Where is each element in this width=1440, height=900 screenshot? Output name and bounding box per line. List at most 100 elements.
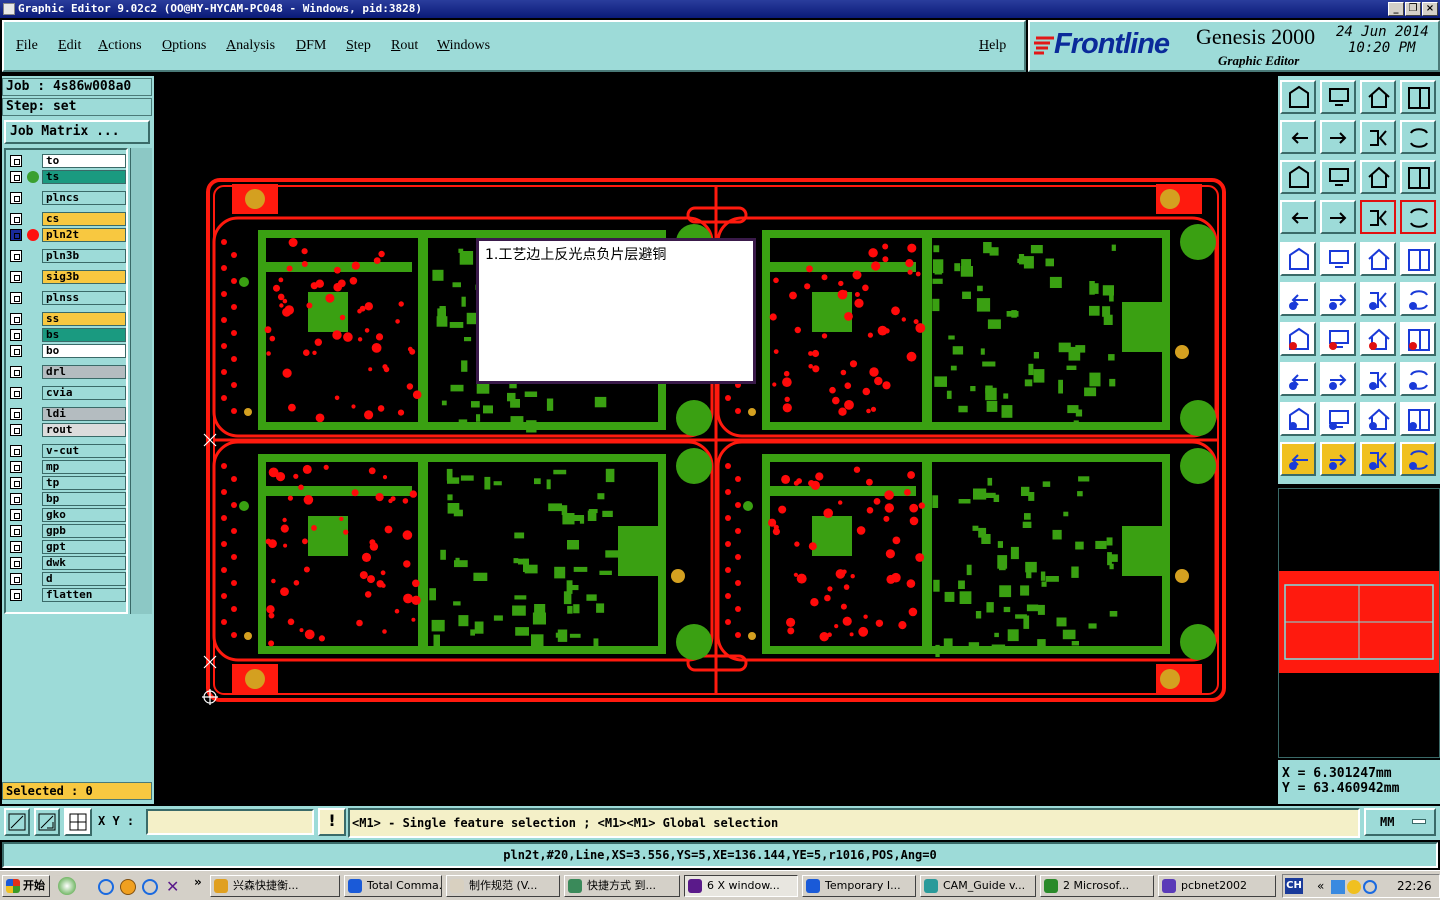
taskbar-item[interactable]: Temporary I... [802,875,916,897]
layer-row-sig3b[interactable]: sig3b [10,270,126,284]
layer-row-bp[interactable]: bp [10,492,126,506]
ie-icon[interactable] [98,879,114,895]
ruler-button[interactable] [1360,242,1396,276]
menu-windows[interactable]: Windows [437,38,490,54]
layer-checkbox[interactable] [10,493,22,505]
job-matrix-button[interactable]: Job Matrix ... [4,120,150,144]
quicklaunch-app-icon[interactable] [58,877,76,895]
angle-button[interactable] [1280,322,1316,356]
circle-button[interactable] [1400,242,1436,276]
graphic-canvas[interactable]: 1.工艺边上反光点负片层避铜 [158,76,1274,804]
pan-right-button[interactable] [1320,120,1356,154]
layer-checkbox[interactable] [10,573,22,585]
snap-active-button[interactable] [1360,200,1396,234]
layer-row-gpb[interactable]: gpb [10,524,126,538]
pad-add-button[interactable] [1280,242,1316,276]
layer-row-ss[interactable]: ss [10,312,126,326]
a-shape-button[interactable] [1320,402,1356,436]
layer-checkbox[interactable] [10,292,22,304]
overview-panel[interactable] [1278,488,1440,758]
zoom-area-button[interactable] [34,808,60,836]
layer-row-drl[interactable]: drl [10,365,126,379]
layer-checkbox[interactable] [10,509,22,521]
pointer-select-button[interactable] [1320,442,1356,476]
layer-row-pln2t[interactable]: pln2t [10,228,126,242]
layer-row-flatten[interactable]: flatten [10,588,126,602]
taskbar-item[interactable]: 6 X window... [684,875,798,897]
layer-checkbox[interactable] [10,525,22,537]
arc-button[interactable] [1360,322,1396,356]
layers-button[interactable] [1280,200,1316,234]
layer-checkbox[interactable] [10,250,22,262]
arch-button[interactable] [1360,402,1396,436]
slash-button[interactable] [1320,322,1356,356]
pointer-button[interactable] [1280,442,1316,476]
layer-row-bo[interactable]: bo [10,344,126,358]
taskbar-item[interactable]: pcbnet2002 [1158,875,1276,897]
layer-checkbox[interactable] [10,213,22,225]
menu-file[interactable]: File [16,38,38,54]
bridge-button[interactable] [1400,402,1436,436]
warning-button[interactable]: ! [318,808,346,836]
layer-checkbox[interactable] [10,229,22,241]
layer-checkbox[interactable] [10,345,22,357]
layer-row-bs[interactable]: bs [10,328,126,342]
layer-row-ts[interactable]: ts [10,170,126,184]
polygon-button[interactable] [1320,242,1356,276]
zoom-center-button[interactable] [1320,160,1356,194]
layer-scrollbar[interactable] [130,148,152,614]
taskbar-item[interactable]: 制作规范 (V... [446,875,560,897]
tray-arrow-icon[interactable]: « [1317,879,1324,893]
mirror-button[interactable] [1400,322,1436,356]
taskbar-item[interactable]: Total Comma... [344,875,442,897]
menu-dfm[interactable]: DFM [296,38,326,54]
layer-row-to[interactable]: to [10,154,126,168]
tray-app-icon[interactable] [1347,880,1361,894]
layer-row-plnss[interactable]: plnss [10,291,126,305]
connect-button[interactable] [1280,282,1316,316]
layer-checkbox[interactable] [10,424,22,436]
menu-rout[interactable]: Rout [391,38,418,54]
layer-checkbox[interactable] [10,461,22,473]
layer-checkbox[interactable] [10,171,22,183]
start-button[interactable]: 开始 [2,875,50,897]
layer-checkbox[interactable] [10,155,22,167]
layer-row-d[interactable]: d [10,572,126,586]
layer-checkbox[interactable] [10,192,22,204]
layer-row-plncs[interactable]: plncs [10,191,126,205]
help-button[interactable] [1400,160,1436,194]
scale-1-2-button[interactable] [1360,160,1396,194]
layer-checkbox[interactable] [10,387,22,399]
layer-row-cvia[interactable]: cvia [10,386,126,400]
grid-button[interactable] [1320,200,1356,234]
measure-button[interactable] [1360,362,1396,396]
taskbar-item[interactable]: 兴森快捷衡... [210,875,340,897]
language-indicator[interactable]: CH [1285,878,1303,894]
layer-checkbox[interactable] [10,313,22,325]
layer-checkbox[interactable] [10,366,22,378]
clock-app-icon[interactable] [120,879,136,895]
maximize-icon[interactable]: ❐ [1405,2,1421,16]
cross-button[interactable] [1320,282,1356,316]
layer-row-cs[interactable]: cs [10,212,126,226]
layer-row-mp[interactable]: mp [10,460,126,474]
tray-ie-icon[interactable] [1363,880,1377,894]
snap-grid-button[interactable] [64,808,92,836]
group-button[interactable] [1400,362,1436,396]
layer-row-v-cut[interactable]: v-cut [10,444,126,458]
layer-row-dwk[interactable]: dwk [10,556,126,570]
layer-row-pln3b[interactable]: pln3b [10,249,126,263]
layer-checkbox[interactable] [10,445,22,457]
layer-checkbox[interactable] [10,408,22,420]
taskbar-item[interactable]: 快捷方式 到... [564,875,680,897]
xwin-icon[interactable]: ✕ [166,877,179,896]
taskbar-item[interactable]: CAM_Guide v... [920,875,1036,897]
pan-left-button[interactable] [1280,120,1316,154]
layer-checkbox[interactable] [10,329,22,341]
app-icon[interactable] [3,3,15,15]
open-step-button[interactable] [1320,80,1356,114]
menu-actions[interactable]: Actions [98,38,142,54]
triangle-button[interactable] [1280,402,1316,436]
node-edit-button[interactable] [1400,442,1436,476]
dash-button[interactable] [1320,362,1356,396]
